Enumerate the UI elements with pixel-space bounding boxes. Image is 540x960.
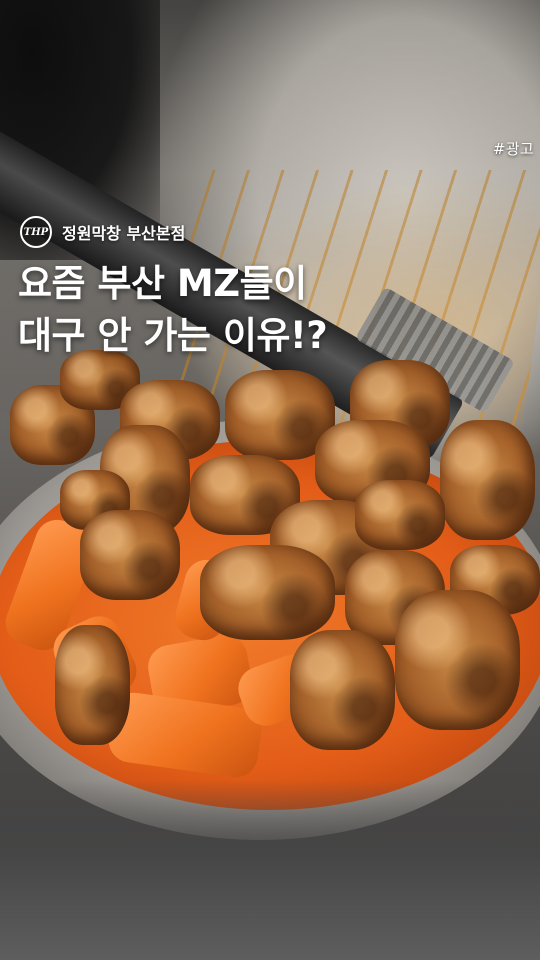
chicken-piece — [440, 420, 535, 540]
floor — [0, 780, 540, 960]
chicken-piece — [290, 630, 395, 750]
chicken-piece — [395, 590, 520, 730]
brand-header[interactable]: THP 정원막창 부산본점 — [20, 216, 185, 248]
brand-logo-icon[interactable]: THP — [20, 216, 52, 248]
chicken-piece — [80, 510, 180, 600]
headline-line-2: 대구 안 가는 이유!? — [18, 314, 328, 357]
chicken-piece — [200, 545, 335, 640]
brand-name[interactable]: 정원막창 부산본점 — [62, 220, 185, 244]
headline-line-1: 요즘 부산 MZ들이 — [18, 262, 307, 305]
headline: 요즘 부산 MZ들이 대구 안 가는 이유!? — [18, 258, 518, 362]
chicken-piece — [55, 625, 130, 745]
background-food-photo — [0, 0, 540, 960]
ad-tag: #광고 — [492, 140, 534, 158]
chicken-piece — [355, 480, 445, 550]
